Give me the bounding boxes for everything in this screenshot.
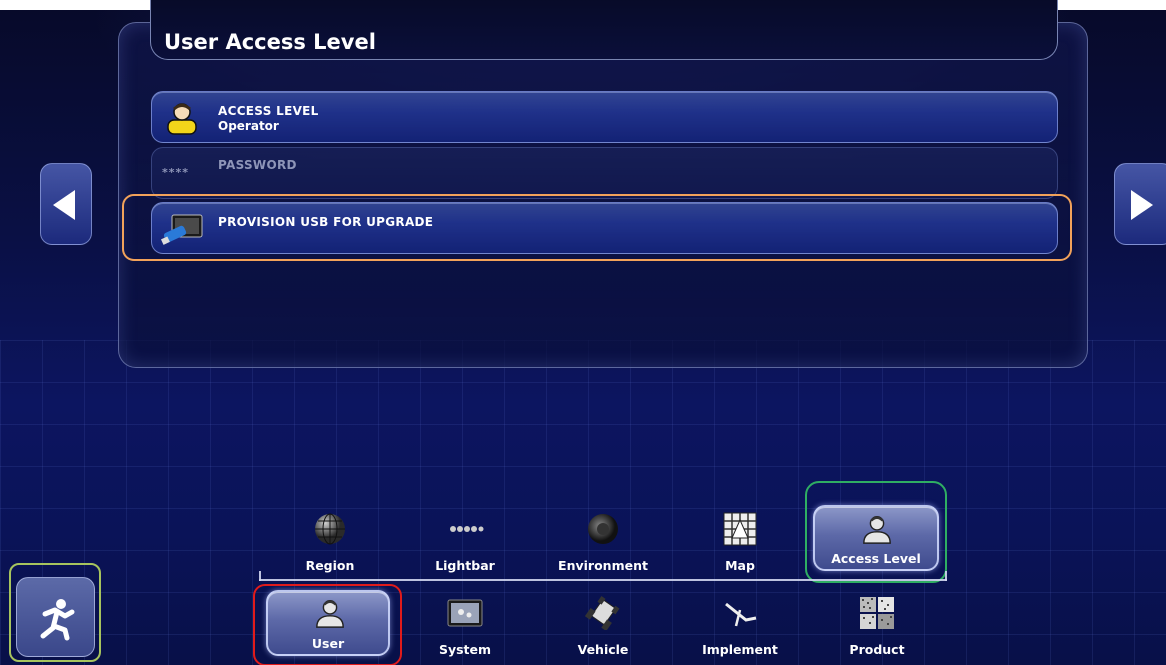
access-level-row[interactable]: ACCESS LEVEL Operator	[151, 91, 1058, 143]
highlight-exit-button	[9, 563, 101, 662]
lightbar-icon	[450, 526, 484, 532]
user-icon	[167, 103, 197, 135]
arrow-right-icon	[1131, 190, 1153, 220]
tab-vehicle[interactable]: Vehicle	[543, 596, 663, 657]
access-level-label: ACCESS LEVEL	[218, 104, 319, 118]
tab-connector-left	[259, 571, 261, 581]
subtab-lightbar-label: Lightbar	[435, 558, 495, 573]
subtab-map[interactable]: Map	[680, 512, 800, 573]
password-icon: ****	[162, 166, 190, 179]
subtab-region[interactable]: Region	[270, 512, 390, 573]
map-icon	[723, 512, 757, 546]
speaker-icon	[588, 514, 618, 544]
tab-system[interactable]: System	[405, 596, 525, 657]
tab-vehicle-label: Vehicle	[577, 642, 629, 657]
arrow-left-icon	[53, 190, 75, 220]
access-level-value: Operator	[218, 119, 279, 133]
subtab-lightbar[interactable]: Lightbar	[405, 512, 525, 573]
tab-system-label: System	[438, 642, 492, 657]
tractor-icon	[584, 596, 620, 632]
globe-icon	[315, 513, 345, 545]
page-title: User Access Level	[164, 30, 376, 54]
highlight-user-tab	[253, 584, 402, 665]
tab-connector-line	[259, 579, 947, 581]
tab-implement[interactable]: Implement	[680, 596, 800, 657]
previous-page-button[interactable]	[40, 163, 92, 245]
next-page-button[interactable]	[1114, 163, 1166, 245]
tab-product[interactable]: Product	[817, 596, 937, 657]
product-icon	[860, 597, 894, 629]
highlight-access-level	[805, 481, 947, 583]
implement-icon	[725, 602, 757, 627]
subtab-environment-label: Environment	[558, 558, 648, 573]
tab-product-label: Product	[849, 642, 905, 657]
subtab-region-label: Region	[305, 558, 355, 573]
tab-implement-label: Implement	[702, 642, 778, 657]
subtab-environment[interactable]: Environment	[543, 512, 663, 573]
tab-connector-right	[945, 571, 947, 581]
subtab-map-label: Map	[725, 558, 755, 573]
password-row: **** PASSWORD	[151, 147, 1058, 199]
system-icon	[447, 599, 483, 627]
password-label: PASSWORD	[218, 158, 297, 172]
highlight-provision-usb	[122, 194, 1072, 261]
